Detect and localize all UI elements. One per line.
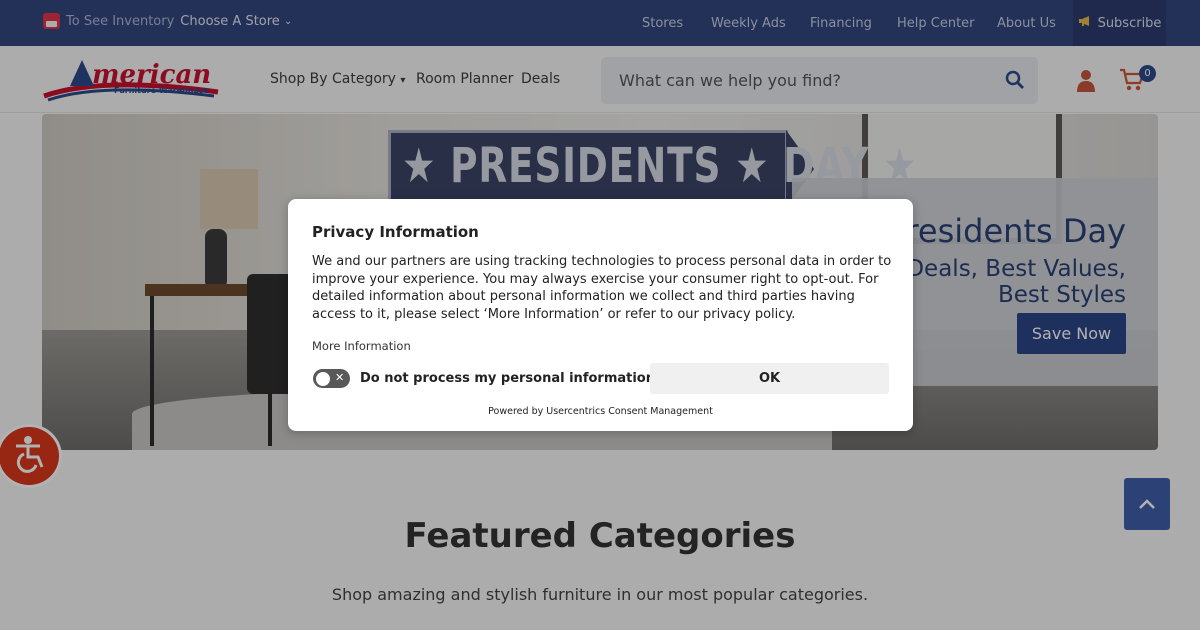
privacy-body: We and our partners are using tracking t… [312, 254, 892, 322]
toggle-label: Do not process my personal information [360, 371, 655, 386]
toggle-knob [316, 371, 330, 386]
ok-button[interactable]: OK [650, 363, 889, 394]
close-icon: ✕ [335, 371, 345, 384]
more-information-link[interactable]: More Information [312, 339, 411, 353]
privacy-dialog: Privacy Information We and our partners … [288, 199, 913, 431]
do-not-process-toggle[interactable]: ✕ [313, 369, 350, 388]
privacy-title: Privacy Information [312, 223, 479, 241]
powered-by: Powered by Usercentrics Consent Manageme… [488, 406, 713, 417]
